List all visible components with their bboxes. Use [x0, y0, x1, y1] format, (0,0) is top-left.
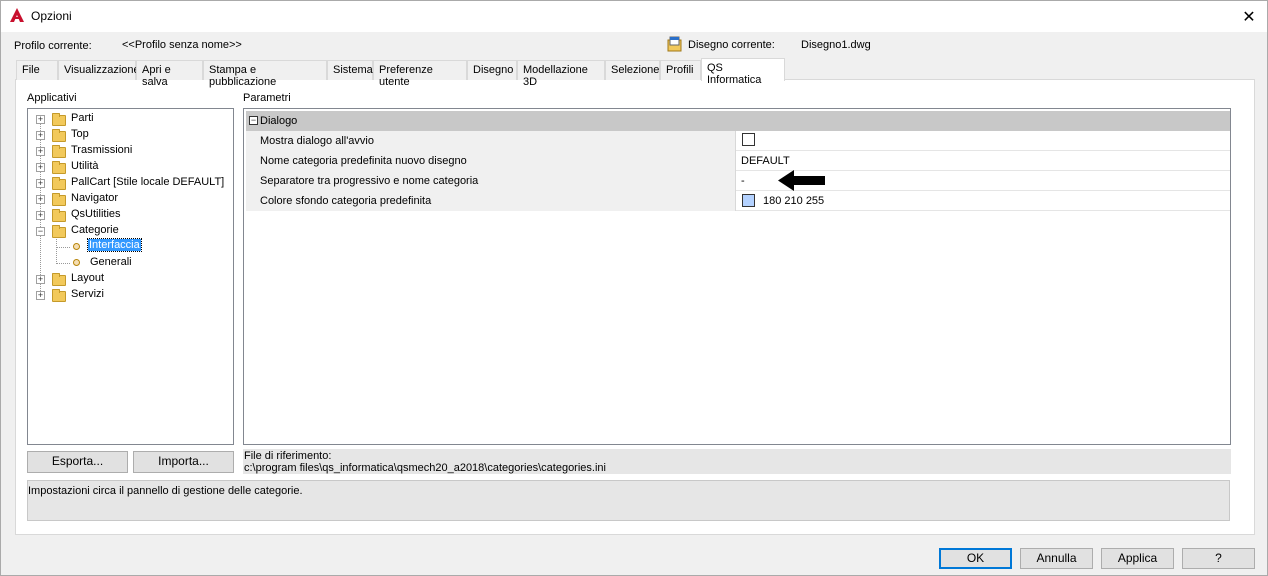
window-title: Opzioni: [31, 9, 72, 23]
reference-label: File di riferimento:: [244, 450, 332, 462]
folder-icon: [52, 113, 66, 126]
tab-disegno[interactable]: Disegno: [467, 60, 517, 80]
param-label: Mostra dialogo all'avvio: [246, 131, 736, 151]
folder-icon: [52, 273, 66, 286]
tree-item-servizi[interactable]: + Servizi: [28, 287, 233, 303]
options-dialog: Opzioni ✕ Profilo corrente: <<Profilo se…: [0, 0, 1268, 576]
tab-preferenze-utente[interactable]: Preferenze utente: [373, 60, 467, 88]
tab-file[interactable]: File: [16, 60, 58, 80]
folder-icon: [52, 193, 66, 206]
tree-item-parti[interactable]: + Parti: [28, 111, 233, 127]
close-icon[interactable]: ✕: [1231, 1, 1267, 32]
description-text: Impostazioni circa il pannello di gestio…: [28, 485, 303, 497]
tab-selezione[interactable]: Selezione: [605, 60, 660, 80]
param-value[interactable]: DEFAULT: [738, 151, 790, 171]
checkbox[interactable]: [742, 133, 755, 146]
param-row-mostra-dialogo[interactable]: Mostra dialogo all'avvio: [246, 131, 1230, 151]
folder-icon: [52, 161, 66, 174]
reference-file-box: File di riferimento: c:\program files\qs…: [243, 449, 1231, 474]
expand-icon[interactable]: +: [36, 195, 45, 204]
collapse-icon[interactable]: −: [249, 116, 258, 125]
expand-icon[interactable]: +: [36, 179, 45, 188]
leaf-bullet-icon: [73, 259, 80, 266]
param-value-checkbox[interactable]: [738, 131, 755, 151]
ok-button[interactable]: OK: [939, 548, 1012, 569]
help-button[interactable]: ?: [1182, 548, 1255, 569]
import-button[interactable]: Importa...: [133, 451, 234, 473]
tab-qs-informatica[interactable]: QS Informatica: [701, 58, 785, 86]
arrow-left-icon: [778, 170, 825, 191]
expand-icon[interactable]: +: [36, 115, 45, 124]
drawing-value: Disegno1.dwg: [801, 39, 871, 51]
tree-item-navigator[interactable]: + Navigator: [28, 191, 233, 207]
expand-icon[interactable]: +: [36, 291, 45, 300]
color-swatch: [742, 194, 755, 207]
folder-icon: [52, 177, 66, 190]
tab-sistema[interactable]: Sistema: [327, 60, 373, 80]
autocad-app-icon: [10, 8, 24, 22]
drawing-icon: [667, 36, 682, 52]
leaf-bullet-icon: [73, 243, 80, 250]
tree-item-generali[interactable]: Generali: [28, 255, 233, 271]
title-bar: Opzioni ✕: [1, 1, 1267, 32]
reference-path: c:\program files\qs_informatica\qsmech20…: [244, 462, 606, 474]
tab-visualizzazione[interactable]: Visualizzazione: [58, 60, 140, 80]
tree-item-layout[interactable]: + Layout: [28, 271, 233, 287]
profile-value: <<Profilo senza nome>>: [122, 39, 242, 51]
parameters-grid: − Dialogo Mostra dialogo all'avvio Nome …: [243, 108, 1231, 445]
param-value-color[interactable]: 180 210 255: [738, 191, 824, 211]
tab-modellazione-3d[interactable]: Modellazione 3D: [517, 60, 605, 88]
profile-label: Profilo corrente:: [14, 40, 92, 52]
tree-item-trasmissioni[interactable]: + Trasmissioni: [28, 143, 233, 159]
tree-item-top[interactable]: + Top: [28, 127, 233, 143]
group-header-dialogo[interactable]: − Dialogo: [246, 111, 1230, 131]
param-label: Colore sfondo categoria predefinita: [246, 191, 736, 211]
collapse-icon[interactable]: −: [36, 227, 45, 236]
param-row-separatore[interactable]: Separatore tra progressivo e nome catego…: [246, 171, 1230, 191]
expand-icon[interactable]: +: [36, 131, 45, 140]
param-row-colore-sfondo[interactable]: Colore sfondo categoria predefinita 180 …: [246, 191, 1230, 211]
expand-icon[interactable]: +: [36, 275, 45, 284]
expand-icon[interactable]: +: [36, 147, 45, 156]
param-row-nome-categoria[interactable]: Nome categoria predefinita nuovo disegno…: [246, 151, 1230, 171]
tree-item-qsutilities[interactable]: + QsUtilities: [28, 207, 233, 223]
expand-icon[interactable]: +: [36, 211, 45, 220]
tree-item-categorie[interactable]: − Categorie: [28, 223, 233, 239]
folder-icon: [52, 289, 66, 302]
group-label: Dialogo: [260, 115, 298, 127]
parametri-title: Parametri: [243, 92, 291, 104]
cancel-button[interactable]: Annulla: [1020, 548, 1093, 569]
param-label: Nome categoria predefinita nuovo disegno: [246, 151, 736, 171]
param-label: Separatore tra progressivo e nome catego…: [246, 171, 736, 191]
folder-icon: [52, 145, 66, 158]
description-box: Impostazioni circa il pannello di gestio…: [27, 480, 1230, 521]
export-button[interactable]: Esporta...: [27, 451, 128, 473]
expand-icon[interactable]: +: [36, 163, 45, 172]
tab-stampa-e-pubblicazione[interactable]: Stampa e pubblicazione: [203, 60, 327, 88]
tree-item-pallcart[interactable]: + PallCart [Stile locale DEFAULT]: [28, 175, 233, 191]
tree-item-interfaccia[interactable]: Interfaccia: [28, 238, 233, 255]
color-value: 180 210 255: [763, 195, 825, 207]
tab-apri-e-salva[interactable]: Apri e salva: [136, 60, 203, 88]
param-value[interactable]: -: [738, 171, 745, 191]
tab-profili[interactable]: Profili: [660, 60, 701, 80]
apply-button[interactable]: Applica: [1101, 548, 1174, 569]
tree-item-utilita[interactable]: + Utilità: [28, 159, 233, 175]
applications-tree: + Parti + Top + Trasmissioni + Utilità +…: [27, 108, 234, 445]
folder-icon: [52, 129, 66, 142]
folder-icon: [52, 225, 66, 238]
folder-icon: [52, 209, 66, 222]
drawing-label: Disegno corrente:: [688, 39, 775, 51]
applicativi-title: Applicativi: [27, 92, 77, 104]
